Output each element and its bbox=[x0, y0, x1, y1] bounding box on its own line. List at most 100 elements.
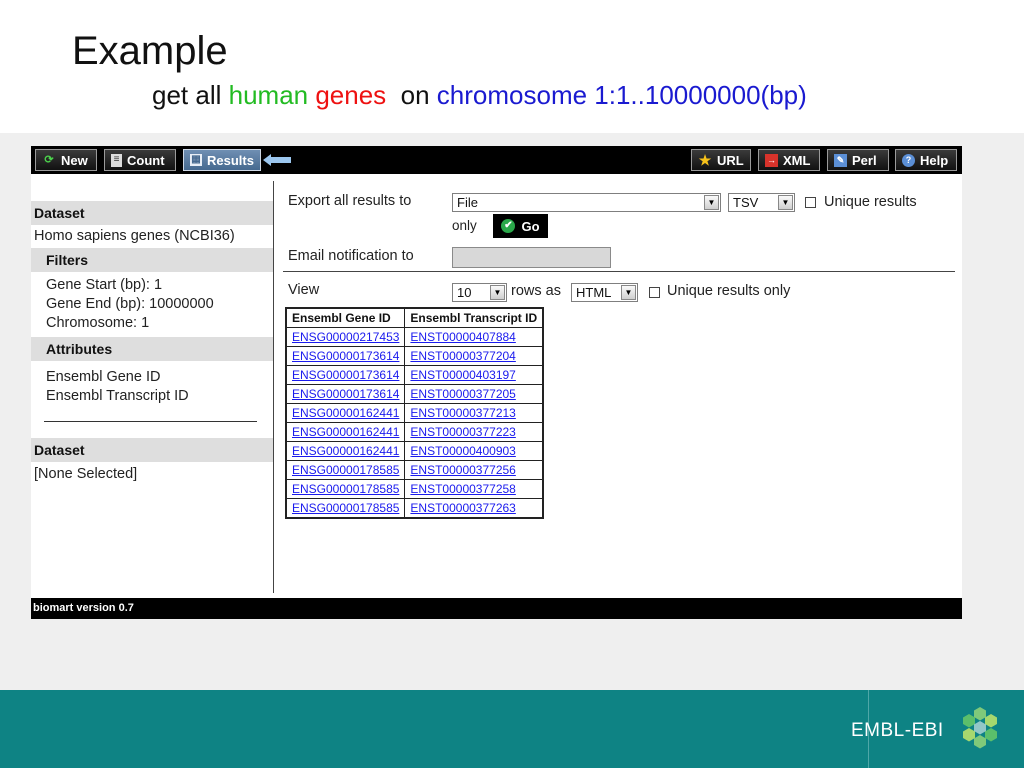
results-table: Ensembl Gene ID Ensembl Transcript ID EN… bbox=[285, 307, 545, 519]
dataset2-value[interactable]: [None Selected] bbox=[31, 462, 273, 487]
attributes-list: Ensembl Gene ID Ensembl Transcript ID bbox=[31, 361, 273, 410]
attributes-header[interactable]: Attributes bbox=[31, 337, 273, 361]
chevron-down-icon: ▼ bbox=[490, 285, 505, 300]
dataset-name[interactable]: Homo sapiens genes (NCBI36) bbox=[31, 225, 273, 248]
script-icon: ✎ bbox=[834, 153, 847, 167]
transcript-id-link[interactable]: ENST00000377258 bbox=[410, 482, 515, 496]
gene-id-link[interactable]: ENSG00000173614 bbox=[292, 349, 399, 363]
gene-id-cell: ENSG00000173614 bbox=[285, 346, 406, 366]
transcript-id-link[interactable]: ENST00000377205 bbox=[410, 387, 515, 401]
gene-id-cell: ENSG00000178585 bbox=[285, 498, 406, 518]
new-button[interactable]: ⟳ New bbox=[35, 149, 97, 171]
view-unique-checkbox[interactable] bbox=[649, 287, 660, 298]
table-row: ENSG00000162441 ENST00000400903 bbox=[285, 441, 544, 461]
divider bbox=[44, 421, 257, 422]
transcript-id-cell: ENST00000377213 bbox=[404, 403, 544, 423]
chevron-down-icon: ▼ bbox=[778, 195, 793, 210]
table-row: ENSG00000178585 ENST00000377256 bbox=[285, 460, 544, 480]
results-button[interactable]: ▦ Results bbox=[183, 149, 261, 171]
check-icon: ✔ bbox=[501, 219, 516, 233]
table-row: ENSG00000162441 ENST00000377223 bbox=[285, 422, 544, 442]
gene-id-link[interactable]: ENSG00000162441 bbox=[292, 425, 399, 439]
results-panel: Export all results to File ▼ TSV ▼ Uniqu… bbox=[275, 181, 962, 593]
transcript-id-cell: ENST00000377263 bbox=[404, 498, 544, 518]
transcript-id-link[interactable]: ENST00000377263 bbox=[410, 501, 515, 515]
toolbar: ⟳ New ≡ Count ▦ Results ★ URL → XML ✎ Pe… bbox=[31, 146, 962, 174]
separator bbox=[283, 271, 955, 272]
table-header-row: Ensembl Gene ID Ensembl Transcript ID bbox=[285, 307, 544, 328]
footer-band: EMBL-EBI bbox=[0, 690, 1024, 768]
gene-id-cell: ENSG00000162441 bbox=[285, 422, 406, 442]
slide-subtitle: get all human genes on chromosome 1:1..1… bbox=[152, 80, 807, 111]
export-unique-checkbox[interactable] bbox=[805, 197, 816, 208]
rows-count-value: 10 bbox=[457, 285, 472, 300]
subtitle-part-genes: genes bbox=[308, 80, 387, 110]
export-unique-label: Unique results bbox=[824, 194, 917, 210]
view-format-select[interactable]: HTML ▼ bbox=[571, 283, 638, 302]
attribute-gene-id: Ensembl Gene ID bbox=[46, 369, 161, 385]
gene-id-cell: ENSG00000162441 bbox=[285, 441, 406, 461]
gene-id-link[interactable]: ENSG00000178585 bbox=[292, 501, 399, 515]
url-button-label: URL bbox=[717, 152, 744, 168]
filters-header[interactable]: Filters bbox=[31, 248, 273, 272]
table-row: ENSG00000178585 ENST00000377263 bbox=[285, 498, 544, 518]
gene-id-link[interactable]: ENSG00000173614 bbox=[292, 368, 399, 382]
rows-as-label: rows as bbox=[511, 283, 561, 299]
embl-ebi-logo-icon bbox=[963, 707, 997, 749]
count-button[interactable]: ≡ Count bbox=[104, 149, 176, 171]
transcript-id-cell: ENST00000400903 bbox=[404, 441, 544, 461]
attribute-transcript-id: Ensembl Transcript ID bbox=[46, 388, 189, 404]
transcript-id-cell: ENST00000377256 bbox=[404, 460, 544, 480]
transcript-id-link[interactable]: ENST00000400903 bbox=[410, 444, 515, 458]
view-unique-label: Unique results only bbox=[667, 283, 791, 299]
help-button[interactable]: ? Help bbox=[895, 149, 957, 171]
xml-button[interactable]: → XML bbox=[758, 149, 820, 171]
refresh-icon: ⟳ bbox=[44, 154, 54, 166]
transcript-id-link[interactable]: ENST00000377223 bbox=[410, 425, 515, 439]
subtitle-part-on: on bbox=[386, 80, 437, 110]
subtitle-part-get-all: get all bbox=[152, 80, 229, 110]
export-format-select[interactable]: TSV ▼ bbox=[728, 193, 795, 212]
export-unique-label-suffix: only bbox=[452, 218, 477, 233]
perl-button-label: Perl bbox=[852, 152, 877, 168]
export-destination-select[interactable]: File ▼ bbox=[452, 193, 721, 212]
gene-id-cell: ENSG00000178585 bbox=[285, 460, 406, 480]
email-field[interactable] bbox=[452, 247, 611, 268]
transcript-id-link[interactable]: ENST00000403197 bbox=[410, 368, 515, 382]
column-header-transcript-id: Ensembl Transcript ID bbox=[404, 307, 544, 328]
filter-gene-start: Gene Start (bp): 1 bbox=[46, 277, 163, 293]
subtitle-part-chromosome: chromosome 1:1..10000000(bp) bbox=[436, 80, 807, 110]
dataset2-header[interactable]: Dataset bbox=[31, 438, 273, 462]
calculator-icon: ≡ bbox=[111, 153, 122, 167]
transcript-id-cell: ENST00000403197 bbox=[404, 365, 544, 385]
gene-id-link[interactable]: ENSG00000217453 bbox=[292, 330, 399, 344]
transcript-id-link[interactable]: ENST00000377204 bbox=[410, 349, 515, 363]
transcript-id-link[interactable]: ENST00000377256 bbox=[410, 463, 515, 477]
chevron-down-icon: ▼ bbox=[621, 285, 636, 300]
gene-id-link[interactable]: ENSG00000162441 bbox=[292, 406, 399, 420]
gene-id-link[interactable]: ENSG00000178585 bbox=[292, 463, 399, 477]
url-button[interactable]: ★ URL bbox=[691, 149, 751, 171]
rows-count-select[interactable]: 10 ▼ bbox=[452, 283, 507, 302]
column-header-gene-id: Ensembl Gene ID bbox=[285, 307, 406, 328]
table-row: ENSG00000217453 ENST00000407884 bbox=[285, 327, 544, 347]
transcript-id-cell: ENST00000377258 bbox=[404, 479, 544, 499]
gene-id-cell: ENSG00000162441 bbox=[285, 403, 406, 423]
table-row: ENSG00000173614 ENST00000403197 bbox=[285, 365, 544, 385]
gene-id-link[interactable]: ENSG00000173614 bbox=[292, 387, 399, 401]
gene-id-link[interactable]: ENSG00000178585 bbox=[292, 482, 399, 496]
transcript-id-link[interactable]: ENST00000407884 bbox=[410, 330, 515, 344]
brand-label: EMBL-EBI bbox=[851, 720, 944, 741]
table-row: ENSG00000178585 ENST00000377258 bbox=[285, 479, 544, 499]
gene-id-link[interactable]: ENSG00000162441 bbox=[292, 444, 399, 458]
view-format-value: HTML bbox=[576, 285, 612, 300]
go-button[interactable]: ✔ Go bbox=[493, 214, 548, 238]
chevron-down-icon: ▼ bbox=[704, 195, 719, 210]
perl-button[interactable]: ✎ Perl bbox=[827, 149, 889, 171]
transcript-id-link[interactable]: ENST00000377213 bbox=[410, 406, 515, 420]
transcript-id-cell: ENST00000377205 bbox=[404, 384, 544, 404]
transcript-id-cell: ENST00000407884 bbox=[404, 327, 544, 347]
export-label: Export all results to bbox=[288, 193, 412, 209]
table-row: ENSG00000173614 ENST00000377205 bbox=[285, 384, 544, 404]
new-button-label: New bbox=[61, 152, 88, 168]
